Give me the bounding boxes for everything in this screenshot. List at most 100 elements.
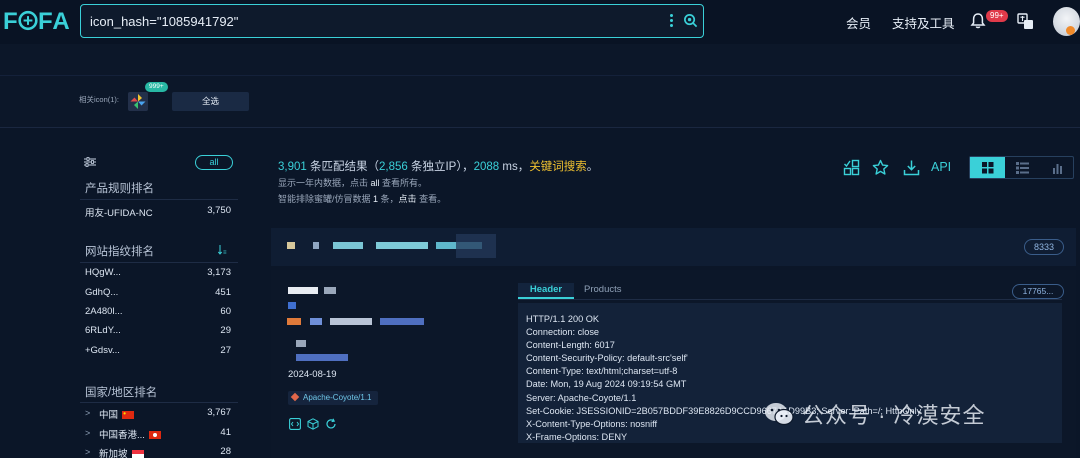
fingerprint-rank-item[interactable]: HQgW... 3,173 [85,267,231,281]
fingerprint-rank-item[interactable]: 6RLdY... 29 [85,325,231,339]
fingerprint-rank-item[interactable]: GdhQ... 451 [85,287,231,301]
favicon-thumbnail[interactable] [128,92,148,111]
one-year-note-text: 显示一年内数据，点击 [278,178,371,188]
ip-pill[interactable]: 17765... [1012,284,1064,299]
bar-chart-icon [1053,164,1062,174]
honeypot-note-tail: 查看。 [416,194,447,204]
star-icon[interactable] [872,159,889,176]
server-tag-label: Apache-Coyote/1.1 [303,393,372,402]
blurred-ip [288,287,318,294]
response-line: HTTP/1.1 200 OK [526,314,600,324]
response-line: Content-Length: 6017 [526,340,615,351]
watermark: 公众号 · 冷漠安全 [764,394,986,434]
result-count-suffix: 条匹配结果（ [306,161,379,173]
fofa-logo[interactable]: F FA [3,6,69,34]
blurred-org [296,354,348,361]
product-rank-item[interactable]: 用友-UFIDA-NC 3,750 [85,205,231,219]
keyword-search-link[interactable]: 关键词搜索 [529,161,587,173]
server-tag[interactable]: Apache-Coyote/1.1 [288,391,378,405]
fingerprint-name: GdhQ... [85,287,119,298]
fingerprint-rank-item[interactable]: 2A480l... 60 [85,306,231,320]
country-count: 41 [220,427,231,438]
chart-view-button[interactable] [1040,157,1075,178]
related-icon-label: 相关icon(1): [79,95,120,104]
svg-text:≡: ≡ [223,250,227,255]
view-mode-switch [969,156,1074,179]
divider [80,402,238,403]
chevron-right-icon[interactable]: > [85,447,90,457]
one-year-note: 显示一年内数据，点击 all 查看所有。 [278,176,427,189]
nav-member[interactable]: 会员 [846,13,871,32]
list-icon [1016,162,1029,174]
cube-icon[interactable] [307,418,319,430]
blurred-org [296,340,306,347]
product-rank-title: 产品规则排名 [85,183,154,195]
time-suffix: ms， [499,161,530,173]
port-count-pill[interactable]: 8333 [1024,239,1064,255]
blurred-port [288,302,296,309]
show-all-link[interactable]: all [371,178,380,188]
watermark-text: 公众号 · 冷漠安全 [802,403,986,428]
svg-text:FA: FA [38,8,69,34]
blurred-host [456,234,496,258]
honeypot-note-mid: 条， [378,194,399,204]
blurred-title [310,318,322,325]
ip-count: 2,856 [378,161,408,173]
grid-view-button[interactable] [970,157,1005,178]
response-line: Connection: close [526,327,600,338]
notification-badge: 99+ [986,10,1008,22]
blurred-title [330,318,372,325]
server-tag-icon [290,392,300,402]
download-icon[interactable] [903,159,920,176]
search-input[interactable] [90,5,660,37]
search-icon[interactable] [683,13,698,28]
blurred-host [287,242,295,249]
fingerprint-rank-item[interactable]: +Gdsv... 27 [85,345,231,359]
divider [80,262,238,263]
flag-singapore-icon [131,450,144,458]
country-rank-item[interactable]: > 中国香港... 41 [85,427,231,441]
results-summary: 3,901 条匹配结果（2,856 条独立IP），2088 ms，关键词搜索。 [278,158,598,174]
avatar[interactable] [1053,7,1080,36]
blurred-host [333,242,363,249]
country-name: 中国香港... [99,430,145,441]
flag-china-icon [122,411,135,420]
more-options-icon[interactable] [670,14,674,28]
tab-header[interactable]: Header [518,283,574,299]
select-all-button[interactable]: 全选 [172,92,249,111]
blurred-ip [324,287,336,294]
query-time: 2088 [473,161,500,173]
api-link[interactable]: API [931,160,951,174]
code-icon[interactable] [289,418,301,430]
ip-count-suffix: 条独立IP）， [407,161,474,173]
chevron-right-icon[interactable]: > [85,428,90,438]
filter-icon[interactable] [84,157,96,167]
list-view-button[interactable] [1005,157,1040,178]
fingerprint-name: HQgW... [85,267,121,278]
country-count: 3,767 [207,407,231,418]
country-count: 28 [220,446,231,457]
fingerprint-count: 451 [215,287,231,298]
bell-icon[interactable] [969,12,987,30]
fingerprint-name: +Gdsv... [85,345,120,356]
divider [518,299,1062,300]
sort-icon[interactable]: ≡ [218,245,229,255]
period: 。 [586,161,599,173]
view-honeypot-link[interactable]: 点击 [399,194,417,204]
country-rank-item[interactable]: > 中国 3,767 [85,407,231,421]
chevron-right-icon[interactable]: > [85,408,90,418]
one-year-note-tail: 查看所有。 [379,178,428,188]
nav-support-tools[interactable]: 支持及工具 [892,13,955,32]
grid-icon [982,162,994,174]
fingerprint-count: 60 [220,306,231,317]
fingerprint-count: 27 [220,345,231,356]
wechat-icon [765,403,794,426]
tab-products[interactable]: Products [584,283,622,299]
statistics-icon[interactable] [843,159,860,176]
all-filter-pill[interactable]: all [195,155,233,170]
country-rank-item[interactable]: > 新加坡 28 [85,446,231,458]
country-rank-title: 国家/地区排名 [85,387,158,399]
country-name-group: 中国香港... [99,427,161,441]
refresh-icon[interactable] [325,418,337,430]
translate-icon[interactable] [1017,13,1034,30]
